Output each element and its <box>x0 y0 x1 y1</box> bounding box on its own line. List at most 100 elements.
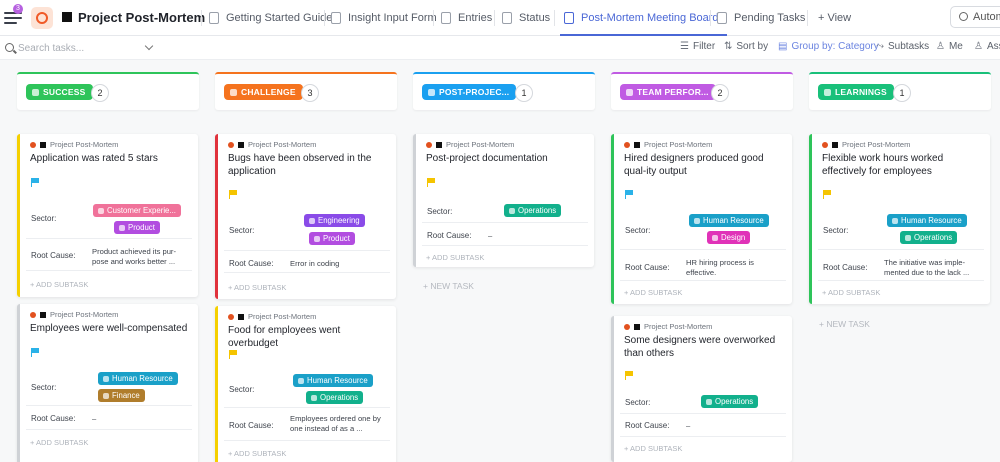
breadcrumb: Project Post-Mortem <box>30 310 118 319</box>
task-title[interactable]: Flexible work hours worked effectively f… <box>822 153 982 178</box>
me-button[interactable]: ♙ Me <box>936 41 963 52</box>
priority-flag-icon[interactable] <box>31 178 39 187</box>
people-icon <box>103 375 109 382</box>
group-by-button[interactable]: ▤ Group by: Category <box>778 41 879 52</box>
tab-getting-started-guide[interactable]: Getting Started Guide <box>209 0 332 36</box>
form-icon <box>331 12 341 24</box>
priority-flag-icon[interactable] <box>823 190 831 199</box>
task-title[interactable]: Food for employees went overbudget <box>228 325 388 350</box>
task-card[interactable]: Project Post-Mortem Hired designers prod… <box>611 134 792 304</box>
column-header-learnings[interactable]: LEARNINGS 1 <box>809 72 991 110</box>
gear-icon <box>309 217 315 224</box>
sector-tag[interactable]: Product <box>309 232 355 245</box>
priority-flag-icon[interactable] <box>31 348 39 357</box>
sector-tag[interactable]: Operations <box>306 391 364 404</box>
assignees-button[interactable]: ♙Assi <box>974 41 1000 52</box>
root-cause-value[interactable]: Error in coding <box>290 259 388 269</box>
search-input[interactable] <box>18 40 138 56</box>
sector-tag[interactable]: Human Resource <box>293 374 373 387</box>
root-cause-value[interactable]: The initiative was imple- mented due to … <box>884 258 982 277</box>
sector-tag[interactable]: Finance <box>98 389 145 402</box>
root-cause-value[interactable]: – <box>686 421 784 431</box>
subtasks-button[interactable]: ⤳ Subtasks <box>876 41 929 52</box>
sector-label: Sector: <box>823 226 849 235</box>
automate-button[interactable]: Autom <box>950 6 1000 28</box>
sector-tag[interactable]: Human Resource <box>887 214 967 227</box>
sort-button[interactable]: ⇅ Sort by <box>724 41 768 52</box>
breadcrumb: Project Post-Mortem <box>426 140 514 149</box>
add-subtask-button[interactable]: + ADD SUBTASK <box>30 280 88 289</box>
column-header-post-project[interactable]: POST-PROJEC... 1 <box>413 72 595 110</box>
sector-tag[interactable]: Customer Experie... <box>93 204 181 217</box>
divider <box>224 250 390 251</box>
sector-tag[interactable]: Design <box>707 231 751 244</box>
add-subtask-button[interactable]: + ADD SUBTASK <box>624 288 682 297</box>
new-task-button[interactable]: + NEW TASK <box>819 319 870 329</box>
column-header-success[interactable]: SUCCESS 2 <box>17 72 199 110</box>
category-pill: SUCCESS <box>26 84 93 100</box>
task-card[interactable]: Project Post-Mortem Food for employees w… <box>215 306 396 462</box>
task-title[interactable]: Application was rated 5 stars <box>30 153 190 166</box>
root-cause-value[interactable]: HR hiring process is effective. <box>686 258 784 277</box>
sector-label: Sector: <box>31 383 57 392</box>
task-title[interactable]: Employees were well-compensated <box>30 323 190 336</box>
priority-flag-icon[interactable] <box>229 350 237 359</box>
task-card[interactable]: Project Post-Mortem Employees were well-… <box>17 304 198 462</box>
column-header-team-performance[interactable]: TEAM PERFOR... 2 <box>611 72 793 110</box>
money-icon <box>103 392 109 399</box>
task-title[interactable]: Some designers were overworked than othe… <box>624 335 784 360</box>
add-view-button[interactable]: + View <box>818 0 851 36</box>
tab-pending-tasks[interactable]: Pending Tasks <box>717 0 805 36</box>
list-icon <box>717 12 727 24</box>
add-subtask-button[interactable]: + ADD SUBTASK <box>624 444 682 453</box>
priority-flag-icon[interactable] <box>427 178 435 187</box>
root-cause-value[interactable]: – <box>488 231 586 241</box>
tab-insight-input-form[interactable]: Insight Input Form <box>331 0 437 36</box>
sector-tag[interactable]: Human Resource <box>689 214 769 227</box>
tab-post-mortem-meeting-board[interactable]: Post-Mortem Meeting Board <box>560 0 727 36</box>
chevron-down-icon[interactable] <box>144 41 154 51</box>
task-title[interactable]: Post-project documentation <box>426 153 586 166</box>
root-cause-value[interactable]: – <box>92 414 190 424</box>
column-header-challenge[interactable]: CHALLENGE 3 <box>215 72 397 110</box>
filter-button[interactable]: ☰ Filter <box>680 41 715 52</box>
tab-entries[interactable]: Entries <box>441 0 492 36</box>
sector-tag[interactable]: Human Resource <box>98 372 178 385</box>
task-card[interactable]: Project Post-Mortem Flexible work hours … <box>809 134 990 304</box>
project-icon[interactable] <box>31 7 53 29</box>
book-icon <box>824 88 831 96</box>
priority-flag-icon[interactable] <box>229 190 237 199</box>
sector-tag[interactable]: Engineering <box>304 214 365 227</box>
root-cause-label: Root Cause: <box>427 231 472 240</box>
divider <box>26 429 192 430</box>
priority-flag-icon[interactable] <box>625 371 633 380</box>
sector-tag[interactable]: Operations <box>504 204 562 217</box>
notification-badge: 3 <box>13 4 23 14</box>
root-cause-value[interactable]: Product achieved its pur- pose and works… <box>92 247 190 266</box>
new-task-button[interactable]: + NEW TASK <box>423 281 474 291</box>
tab-divider <box>807 10 808 26</box>
menu-icon[interactable]: 3 <box>4 4 23 27</box>
design-icon <box>712 234 718 241</box>
add-subtask-button[interactable]: + ADD SUBTASK <box>30 438 88 447</box>
sector-tag[interactable]: Operations <box>900 231 958 244</box>
task-card[interactable]: Project Post-Mortem Post-project documen… <box>413 134 594 267</box>
task-card[interactable]: Project Post-Mortem Some designers were … <box>611 316 792 462</box>
task-card[interactable]: Project Post-Mortem Bugs have been obser… <box>215 134 396 299</box>
add-subtask-button[interactable]: + ADD SUBTASK <box>228 283 286 292</box>
add-subtask-button[interactable]: + ADD SUBTASK <box>822 288 880 297</box>
tab-status[interactable]: Status <box>502 0 550 36</box>
priority-flag-icon[interactable] <box>625 190 633 199</box>
root-cause-value[interactable]: Employees ordered one by one instead of … <box>290 414 388 433</box>
root-cause-label: Root Cause: <box>229 421 274 430</box>
doc-icon <box>209 12 219 24</box>
task-title[interactable]: Bugs have been observed in the applicati… <box>228 153 388 178</box>
sector-label: Sector: <box>625 226 651 235</box>
page-title[interactable]: Project Post-Mortem <box>78 10 205 25</box>
sector-tag[interactable]: Operations <box>701 395 759 408</box>
sector-tag[interactable]: Product <box>114 221 160 234</box>
add-subtask-button[interactable]: + ADD SUBTASK <box>228 449 286 458</box>
task-card[interactable]: Project Post-Mortem Application was rate… <box>17 134 198 297</box>
task-title[interactable]: Hired designers produced good qual-ity o… <box>624 153 784 178</box>
add-subtask-button[interactable]: + ADD SUBTASK <box>426 253 484 262</box>
